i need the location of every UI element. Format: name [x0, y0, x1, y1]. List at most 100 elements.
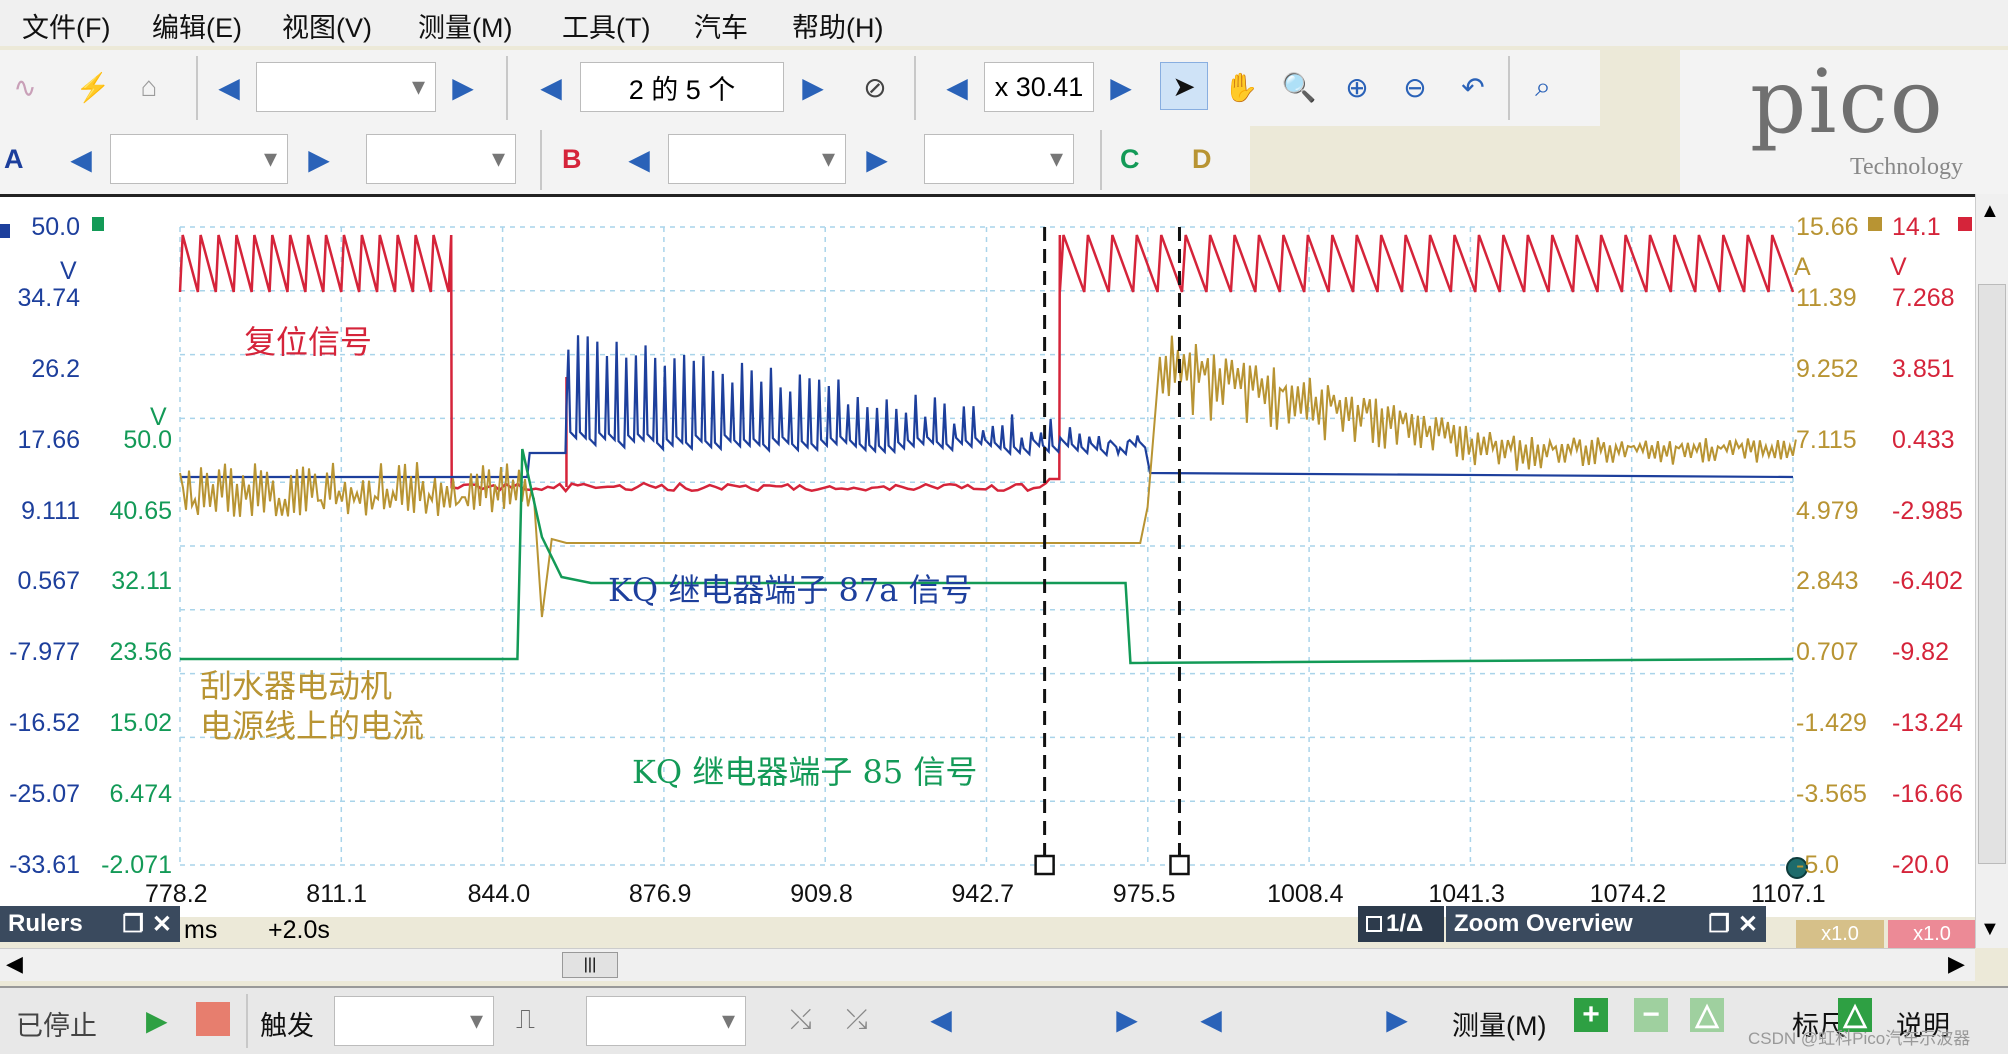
zoom-factor-field[interactable]: x 30.41	[984, 62, 1094, 112]
rulers-panel-title: Rulers	[8, 910, 83, 938]
axis-tick-label: 34.74	[17, 284, 80, 313]
menu-measure[interactable]: 测量(M)	[418, 6, 512, 45]
menu-automotive[interactable]: 汽车	[694, 6, 748, 45]
channel-a-coupling-dropdown[interactable]	[366, 134, 516, 184]
menu-file[interactable]: 文件(F)	[22, 6, 110, 45]
vertical-scrollbar[interactable]: ▲ ▼	[1975, 194, 2008, 948]
time-axis-tick: 1074.2	[1590, 880, 1666, 909]
time-axis-tick: 1107.1	[1751, 880, 1826, 909]
ruler-delta-label: 1/Δ	[1386, 910, 1423, 938]
trigger-label: 触发	[260, 1004, 314, 1043]
channel-b-scale-badge[interactable]: x1.0	[1796, 920, 1884, 948]
time-axis-tick: 1008.4	[1267, 880, 1343, 909]
trigger-edge-falling-icon[interactable]: ⤰	[846, 1004, 868, 1036]
axis-tick-label: 7.115	[1796, 426, 1857, 455]
scope-mode-icon[interactable]: ∿	[2, 64, 48, 110]
channel-a-next-icon[interactable]: ▶	[296, 136, 342, 182]
edit-measurement-icon[interactable]: △	[1690, 998, 1724, 1032]
zoom-tool-icon[interactable]: 🔍	[1276, 64, 1322, 110]
axis-tick-label: -2.071	[101, 851, 172, 880]
zoom-prev-icon[interactable]: ◀	[934, 64, 980, 110]
axis-tick-label: 26.2	[31, 355, 80, 384]
panel-restore-icon[interactable]: ❐	[1708, 910, 1730, 939]
channel-b-prev-icon[interactable]: ◀	[616, 136, 662, 182]
compass-icon[interactable]: ⊘	[852, 64, 898, 110]
logo-sub: Technology	[1850, 154, 1963, 181]
channel-b-button[interactable]: B	[562, 144, 582, 175]
timebase-dropdown[interactable]	[256, 62, 436, 112]
axis-tick-label: 40.65	[109, 497, 172, 526]
panel-close-icon[interactable]: ✕	[152, 910, 172, 939]
waveform-canvas[interactable]	[0, 197, 1975, 917]
channel-c-button[interactable]: C	[1120, 144, 1140, 175]
spectrum-mode-icon[interactable]: ⚡	[70, 64, 116, 110]
time-axis-tick: 909.8	[790, 880, 853, 909]
undo-zoom-icon[interactable]: ↶	[1450, 64, 1496, 110]
axis-tick-label: 4.979	[1796, 497, 1859, 526]
waveforms	[180, 235, 1796, 663]
time-offset: +2.0s	[268, 916, 330, 945]
zoom-100-icon[interactable]: ⌕	[1520, 64, 1566, 110]
horizontal-scroll-thumb[interactable]: |||	[562, 952, 618, 978]
buffer-prev-icon[interactable]: ◀	[528, 64, 574, 110]
scroll-right-icon[interactable]: ▶	[1948, 951, 1965, 977]
add-measurement-icon[interactable]: +	[1574, 998, 1608, 1032]
scope-view[interactable]: V V 50.0 34.74 26.2 17.66 9.111 0.567 -7.977 -1…	[0, 194, 1975, 917]
channel-b-coupling-dropdown[interactable]	[924, 134, 1074, 184]
menu-edit[interactable]: 编辑(E)	[152, 6, 242, 45]
pretrigger-prev-icon[interactable]: ◀	[1188, 996, 1234, 1042]
buffer-next-icon[interactable]: ▶	[790, 64, 836, 110]
buffer-navigator[interactable]: 2 的 5 个	[580, 62, 784, 112]
horizontal-scrollbar[interactable]: ◀ ||| ▶	[0, 948, 1975, 981]
zoom-overview-title: Zoom Overview	[1454, 910, 1633, 938]
trigger-edge-rising-icon[interactable]: ⤯	[790, 1004, 812, 1036]
next-arrow-icon[interactable]: ▶	[440, 64, 486, 110]
channel-b-axis-marker	[1868, 217, 1882, 231]
remove-measurement-icon[interactable]: −	[1634, 998, 1668, 1032]
channel-a-prev-icon[interactable]: ◀	[58, 136, 104, 182]
menu-help[interactable]: 帮助(H)	[792, 6, 883, 45]
channel-b-next-icon[interactable]: ▶	[854, 136, 900, 182]
vertical-scroll-thumb[interactable]	[1978, 284, 2006, 864]
rulers-panel-tab[interactable]: Rulers ❐ ✕	[0, 906, 180, 942]
zoom-next-icon[interactable]: ▶	[1098, 64, 1144, 110]
scroll-up-icon[interactable]: ▲	[1980, 200, 2000, 223]
time-rulers[interactable]	[1036, 227, 1807, 878]
time-ruler-handle-1	[1036, 856, 1054, 874]
prev-arrow-icon[interactable]: ◀	[206, 64, 252, 110]
channel-d-button[interactable]: D	[1192, 144, 1212, 175]
run-icon[interactable]: ▶	[146, 1004, 168, 1037]
trigger-channel-dropdown[interactable]	[586, 996, 746, 1046]
pointer-tool-icon[interactable]: ➤	[1160, 62, 1208, 110]
menu-view[interactable]: 视图(V)	[282, 6, 372, 45]
trigger-type-icon[interactable]: ⎍	[516, 1004, 535, 1036]
channel-a-button[interactable]: A	[4, 144, 24, 175]
ruler-delta-tab[interactable]: 1/Δ	[1358, 906, 1444, 942]
channel-b-range-dropdown[interactable]	[668, 134, 846, 184]
time-axis-tick: 975.5	[1113, 880, 1176, 909]
zoom-out-icon[interactable]: ⊖	[1392, 64, 1438, 110]
trigger-level-next-icon[interactable]: ▶	[1104, 996, 1150, 1042]
axis-tick-label: 0.707	[1796, 638, 1859, 667]
home-icon[interactable]: ⌂	[126, 64, 172, 110]
zoom-overview-tab[interactable]: Zoom Overview ❐ ✕	[1446, 906, 1766, 942]
trigger-level-prev-icon[interactable]: ◀	[918, 996, 964, 1042]
panel-close-icon[interactable]: ✕	[1738, 910, 1758, 939]
trigger-mode-dropdown[interactable]	[334, 996, 494, 1046]
scroll-left-icon[interactable]: ◀	[6, 951, 23, 977]
channel-a-range-dropdown[interactable]	[110, 134, 288, 184]
panel-restore-icon[interactable]: ❐	[122, 910, 144, 939]
axis-tick-label: -1.429	[1796, 709, 1867, 738]
channel-d-scale-badge[interactable]: x1.0	[1888, 920, 1976, 948]
axis-tick-label: -16.66	[1892, 780, 1963, 809]
kq-87a-label: KQ 继电器端子 87a 信号	[608, 565, 972, 611]
hand-tool-icon[interactable]: ✋	[1218, 64, 1264, 110]
menu-bar: 文件(F) 编辑(E) 视图(V) 测量(M) 工具(T) 汽车 帮助(H)	[0, 0, 2008, 46]
stop-button[interactable]	[196, 1002, 230, 1036]
scroll-down-icon[interactable]: ▼	[1980, 918, 2000, 941]
pretrigger-next-icon[interactable]: ▶	[1374, 996, 1420, 1042]
zoom-in-icon[interactable]: ⊕	[1334, 64, 1380, 110]
reset-signal-trace	[180, 235, 1793, 491]
axis-tick-label: -5.0	[1796, 851, 1839, 880]
menu-tools[interactable]: 工具(T)	[562, 6, 650, 45]
